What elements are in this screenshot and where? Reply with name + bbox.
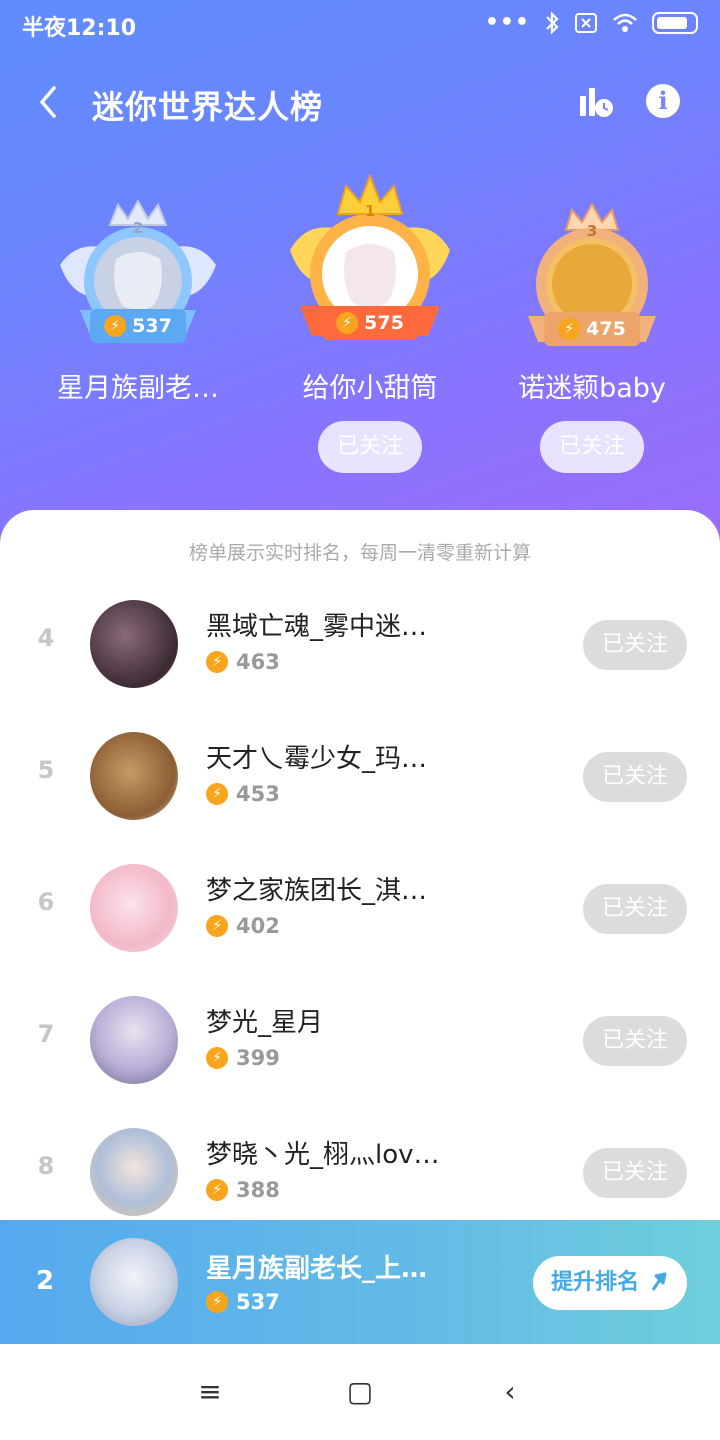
user-score: ⚡ 453 [206, 782, 280, 806]
rank-number: 8 [37, 1152, 55, 1180]
lightning-icon: ⚡ [206, 1291, 228, 1313]
lightning-icon: ⚡ [104, 315, 127, 337]
podium-score: ⚡ 475 [544, 312, 640, 346]
follow-button[interactable]: 已关注 [583, 884, 687, 934]
avatar[interactable] [90, 996, 178, 1084]
avatar[interactable] [90, 732, 178, 820]
status-bar: 半夜12:10 ••• [0, 0, 720, 50]
follow-button[interactable]: 已关注 [583, 1016, 687, 1066]
lightning-icon: ⚡ [206, 915, 228, 937]
podium-score-value: 537 [132, 315, 172, 337]
info-button[interactable]: i [646, 84, 680, 118]
user-score-value: 399 [236, 1046, 280, 1070]
info-icon: i [658, 86, 668, 115]
my-score-value: 537 [236, 1290, 280, 1314]
boost-rank-button[interactable]: 提升排名 [533, 1256, 687, 1310]
my-rank-number: 2 [36, 1266, 55, 1296]
podium-rank-number: 2 [132, 219, 144, 237]
podium-rank-3[interactable]: 3 ⚡ 475 诺迷颖baby 已关注 [508, 200, 676, 473]
follow-button[interactable]: 已关注 [583, 752, 687, 802]
podium-name: 给你小甜筒 [302, 373, 438, 404]
user-name: 梦光_星月 [206, 1008, 324, 1038]
user-score-value: 388 [236, 1178, 280, 1202]
podium-score: ⚡ 537 [90, 309, 186, 343]
hero-banner: 半夜12:10 ••• 迷你世界达人榜 i 2 ⚡ 537 星月族副老… 1 ⚡… [0, 0, 720, 560]
user-name: 天才乀霉少女_玛… [206, 744, 428, 774]
my-name: 星月族副老长_上… [206, 1254, 428, 1284]
back-button[interactable] [30, 80, 70, 124]
rank-number: 4 [37, 624, 55, 652]
follow-button[interactable]: 已关注 [318, 421, 422, 473]
list-item[interactable]: 7 梦光_星月 ⚡ 399 已关注 [0, 980, 720, 1100]
user-name: 梦之家族团长_淇… [206, 876, 428, 906]
user-name: 梦晓丶光_栩灬lov… [206, 1140, 440, 1170]
lightning-icon: ⚡ [206, 651, 228, 673]
my-rank-bar: 2 星月族副老长_上… ⚡ 537 提升排名 [0, 1220, 720, 1344]
podium-name: 星月族副老… [57, 373, 219, 404]
podium-rank-2[interactable]: 2 ⚡ 537 星月族副老… [40, 195, 236, 405]
history-stats-button[interactable] [576, 82, 616, 122]
bar-chart-clock-icon [580, 88, 613, 117]
user-score-value: 453 [236, 782, 280, 806]
list-item[interactable]: 8 梦晓丶光_栩灬lov… ⚡ 388 已关注 [0, 1112, 720, 1232]
podium-name: 诺迷颖baby [518, 373, 666, 404]
follow-button[interactable]: 已关注 [583, 620, 687, 670]
podium-score-value: 575 [364, 312, 404, 334]
user-score: ⚡ 399 [206, 1046, 280, 1070]
system-nav-bar: ≡ ▢ ‹ [0, 1344, 720, 1440]
boost-rank-label: 提升排名 [551, 1270, 640, 1295]
avatar[interactable] [90, 864, 178, 952]
battery-icon [652, 11, 698, 34]
user-score-value: 402 [236, 914, 280, 938]
list-item[interactable]: 5 天才乀霉少女_玛… ⚡ 453 已关注 [0, 716, 720, 836]
lightning-icon: ⚡ [558, 318, 581, 340]
page-title: 迷你世界达人榜 [92, 88, 324, 126]
system-back-icon[interactable]: ‹ [492, 1374, 528, 1410]
podium-rank-1[interactable]: 1 ⚡ 575 给你小甜筒 已关注 [270, 170, 470, 473]
arrow-up-icon [651, 1272, 667, 1291]
chevron-left-icon [40, 86, 56, 118]
rank-number: 5 [37, 756, 55, 784]
lightning-icon: ⚡ [206, 1179, 228, 1201]
list-item[interactable]: 6 梦之家族团长_淇… ⚡ 402 已关注 [0, 848, 720, 968]
list-note: 榜单展示实时排名，每周一清零重新计算 [188, 542, 531, 564]
more-dots-icon: ••• [484, 10, 530, 35]
bluetooth-icon [546, 10, 559, 35]
avatar[interactable] [90, 600, 178, 688]
podium-rank-number: 3 [586, 222, 598, 240]
no-sim-icon [575, 12, 597, 33]
follow-button[interactable]: 已关注 [540, 421, 644, 473]
podium-rank-number: 1 [364, 202, 376, 220]
lightning-icon: ⚡ [206, 1047, 228, 1069]
rank-number: 7 [37, 1020, 55, 1048]
follow-button[interactable]: 已关注 [583, 1148, 687, 1198]
podium-score: ⚡ 575 [322, 306, 418, 340]
user-name: 黑域亡魂_雾中迷… [206, 612, 428, 642]
status-time: 半夜12:10 [22, 16, 137, 41]
home-icon[interactable]: ▢ [342, 1374, 378, 1410]
avatar[interactable] [90, 1128, 178, 1216]
wifi-icon [613, 13, 637, 32]
status-icons: ••• [485, 10, 698, 35]
top-nav: 迷你世界达人榜 i [0, 70, 720, 134]
list-item[interactable]: 4 黑域亡魂_雾中迷… ⚡ 463 已关注 [0, 584, 720, 704]
podium-score-value: 475 [586, 318, 626, 340]
lightning-icon: ⚡ [336, 312, 359, 334]
my-score: ⚡ 537 [206, 1290, 280, 1314]
menu-icon[interactable]: ≡ [192, 1374, 228, 1410]
user-score: ⚡ 388 [206, 1178, 280, 1202]
user-score: ⚡ 402 [206, 914, 280, 938]
my-avatar[interactable] [90, 1238, 178, 1326]
rank-number: 6 [37, 888, 55, 916]
lightning-icon: ⚡ [206, 783, 228, 805]
user-score: ⚡ 463 [206, 650, 280, 674]
user-score-value: 463 [236, 650, 280, 674]
